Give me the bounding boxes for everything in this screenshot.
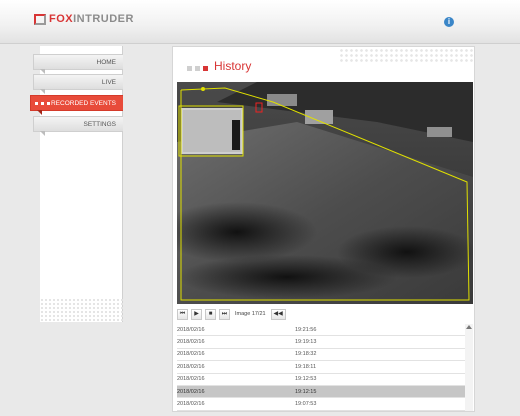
nav-item-label: SETTINGS: [83, 121, 116, 128]
event-list: 2018/02/16 19:21:56 2018/02/16 19:19:13 20…: [177, 324, 473, 411]
active-indicator-icon: [35, 102, 50, 105]
image-counter: Image 17/21: [235, 311, 266, 317]
nav-item-home[interactable]: HOME: [33, 54, 123, 74]
last-frame-icon: ⏭: [221, 310, 228, 317]
first-frame-button[interactable]: ⏮: [177, 308, 188, 320]
event-time: 19:19:13: [295, 339, 317, 346]
scroll-up-icon[interactable]: [466, 325, 472, 329]
event-row[interactable]: 2018/02/16 19:07:53: [177, 398, 473, 411]
logo-text-fox: FOX: [49, 13, 74, 25]
info-icon[interactable]: i: [444, 17, 454, 27]
event-time: 19:18:11: [295, 363, 317, 370]
event-row-selected[interactable]: 2018/02/16 19:12:15: [177, 385, 473, 399]
last-frame-button[interactable]: ⏭: [219, 308, 230, 320]
event-date: 2018/02/16: [177, 401, 205, 408]
player-controls: ⏮ ▶ ■ ⏭ Image 17/21 ◀◀: [177, 308, 286, 320]
event-date: 2018/02/16: [177, 351, 205, 358]
stop-icon: ■: [208, 310, 213, 317]
event-date: 2018/02/16: [177, 376, 205, 383]
logo-text-intruder: INTRUDER: [73, 13, 134, 25]
nav-item-recorded-events[interactable]: RECORDED EVENTS: [30, 95, 123, 115]
first-frame-icon: ⏮: [179, 310, 186, 317]
foxintruder-logo[interactable]: FOX INTRUDER: [34, 12, 134, 26]
title-square-icon: [195, 66, 200, 71]
page-title: History: [214, 59, 252, 73]
event-time: 19:07:53: [295, 401, 317, 408]
event-time: 19:12:15: [295, 388, 317, 395]
logo-mark-icon: [34, 13, 46, 25]
event-row[interactable]: 2018/02/16 19:21:56: [177, 324, 473, 337]
panel-decoration: [339, 48, 475, 64]
play-button[interactable]: ▶: [191, 308, 202, 320]
event-row[interactable]: 2018/02/16 19:19:13: [177, 336, 473, 349]
nav-item-label: LIVE: [101, 79, 116, 86]
sidebar-decoration: [40, 298, 123, 322]
event-time: 19:21:56: [295, 326, 317, 333]
title-square-icon: [203, 66, 208, 71]
stop-button[interactable]: ■: [205, 308, 216, 320]
event-row[interactable]: 2018/02/16 19:18:32: [177, 349, 473, 362]
event-date: 2018/02/16: [177, 363, 205, 370]
thermal-image-viewer[interactable]: [177, 82, 473, 304]
nav-item-label: HOME: [96, 59, 117, 66]
rewind-button[interactable]: ◀◀: [270, 308, 286, 320]
play-icon: ▶: [194, 310, 199, 317]
nav-item-settings[interactable]: SETTINGS: [33, 116, 123, 136]
nav-item-label: RECORDED EVENTS: [50, 100, 116, 107]
event-date: 2018/02/16: [177, 388, 205, 395]
title-square-icon: [187, 66, 192, 71]
event-date: 2018/02/16: [177, 326, 205, 333]
nav-item-live[interactable]: LIVE: [33, 74, 123, 94]
event-row[interactable]: 2018/02/16 19:18:11: [177, 361, 473, 374]
event-list-scrollbar[interactable]: [465, 324, 473, 411]
event-row[interactable]: 2018/02/16 19:12:53: [177, 374, 473, 386]
event-date: 2018/02/16: [177, 339, 205, 346]
event-time: 19:18:32: [295, 351, 317, 358]
history-panel: History ⏮ ▶ ■ ⏭ Image 17/21 ◀◀ 2018/02/1…: [172, 46, 475, 412]
thermal-frame: [177, 82, 473, 304]
event-time: 19:12:53: [295, 376, 317, 383]
header-bar: FOX INTRUDER i: [0, 0, 520, 44]
rewind-icon: ◀◀: [273, 310, 283, 317]
